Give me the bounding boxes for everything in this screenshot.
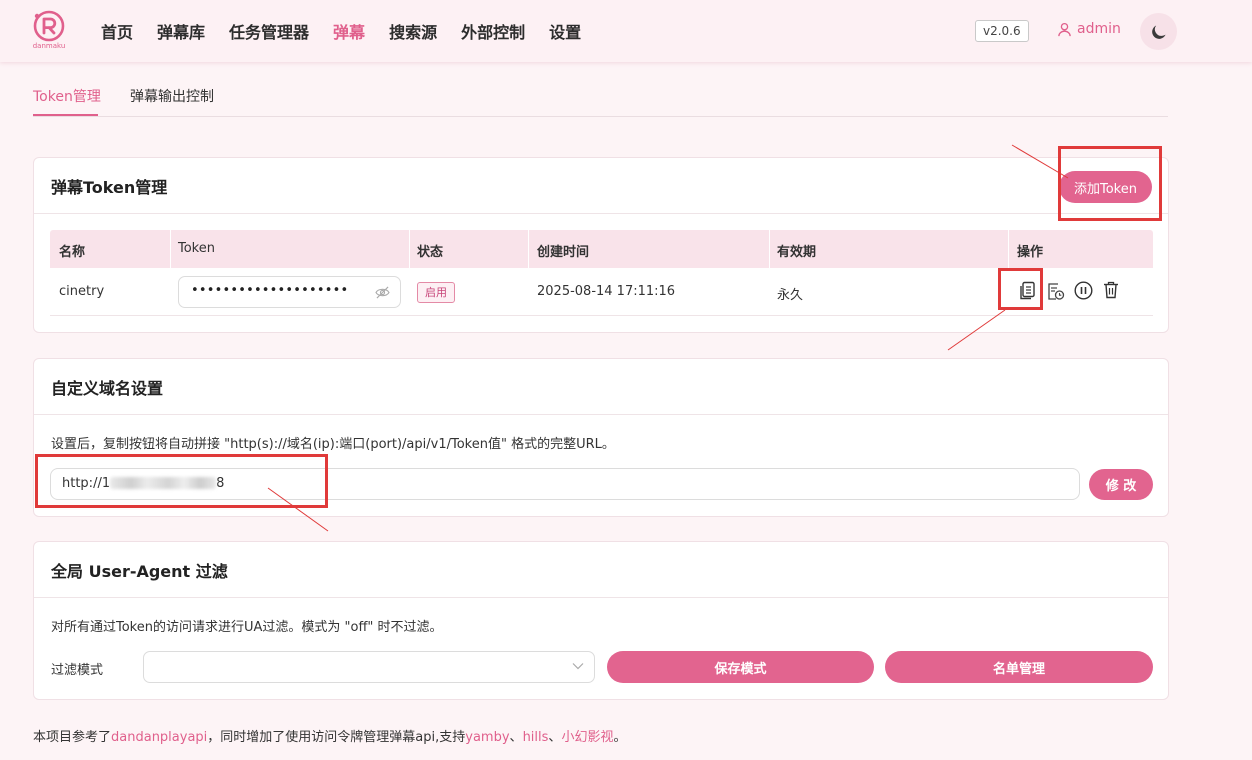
status-badge: 启用 [417, 282, 455, 303]
domain-url-input[interactable]: http://1 8 [50, 468, 1080, 500]
token-created: 2025-08-14 17:11:16 [537, 284, 676, 299]
link-hills[interactable]: hills [523, 730, 549, 745]
nav-settings[interactable]: 设置 [549, 19, 581, 43]
top-header: danmaku 首页 弹幕库 任务管理器 弹幕 搜索源 外部控制 设置 v2.0… [0, 0, 1252, 62]
pause-icon[interactable] [1074, 281, 1093, 300]
domain-card-title: 自定义域名设置 [34, 359, 1168, 415]
link-dandanplayapi[interactable]: dandanplayapi [111, 730, 207, 745]
list-manage-button[interactable]: 名单管理 [885, 651, 1153, 683]
eye-off-icon[interactable] [375, 286, 390, 299]
filter-mode-label: 过滤模式 [51, 663, 104, 678]
domain-card: 自定义域名设置 设置后，复制按钮将自动拼接 "http(s)://域名(ip):… [33, 358, 1169, 517]
link-yamby[interactable]: yamby [465, 730, 509, 745]
modify-domain-button[interactable]: 修 改 [1089, 469, 1153, 500]
app-logo[interactable]: danmaku [30, 10, 68, 50]
redacted-url [110, 476, 217, 489]
theme-toggle-button[interactable] [1140, 13, 1177, 50]
col-created: 创建时间 [537, 245, 590, 260]
ua-card-title: 全局 User-Agent 过滤 [34, 542, 1168, 598]
footer-sep2: 、 [548, 730, 562, 745]
col-actions: 操作 [1017, 245, 1044, 260]
svg-text:danmaku: danmaku [33, 42, 66, 50]
ua-filter-card: 全局 User-Agent 过滤 对所有通过Token的访问请求进行UA过滤。模… [33, 541, 1169, 700]
col-validity: 有效期 [777, 245, 817, 260]
token-table: 名称 Token 状态 创建时间 有效期 操作 cinetry ••••••••… [50, 230, 1153, 316]
delete-icon[interactable] [1103, 281, 1119, 299]
ua-hint: 对所有通过Token的访问请求进行UA过滤。模式为 "off" 时不过滤。 [51, 620, 443, 635]
add-token-button[interactable]: 添加Token [1059, 171, 1152, 203]
domain-hint: 设置后，复制按钮将自动拼接 "http(s)://域名(ip):端口(port)… [51, 437, 615, 452]
access-log-icon[interactable] [1046, 281, 1065, 301]
token-name: cinetry [59, 284, 105, 299]
table-row: cinetry •••••••••••••••••••• 启用 2025-08-… [50, 268, 1153, 316]
tab-output-control[interactable]: 弹幕输出控制 [130, 86, 214, 106]
filter-mode-select[interactable] [143, 651, 595, 683]
user-icon [1058, 22, 1071, 36]
token-card-title: 弹幕Token管理 [34, 158, 1168, 214]
sub-tabs: Token管理 弹幕输出控制 [33, 70, 1168, 117]
nav-search-source[interactable]: 搜索源 [389, 19, 437, 43]
token-validity: 永久 [777, 288, 804, 303]
footer-middle: ，同时增加了使用访问令牌管理弹幕api,支持 [207, 730, 466, 745]
version-badge: v2.0.6 [975, 20, 1029, 42]
main-nav: 首页 弹幕库 任务管理器 弹幕 搜索源 外部控制 设置 [101, 0, 605, 62]
token-card: 弹幕Token管理 添加Token 名称 Token 状态 创建时间 有效期 操… [33, 157, 1169, 333]
footer-end: 。 [613, 730, 627, 745]
nav-danmaku[interactable]: 弹幕 [333, 19, 365, 43]
footer-sep1: 、 [509, 730, 523, 745]
user-menu[interactable]: admin [1057, 21, 1121, 37]
col-name: 名称 [59, 245, 86, 260]
footer-prefix: 本项目参考了 [33, 730, 112, 745]
col-token: Token [178, 241, 215, 256]
save-mode-button[interactable]: 保存模式 [607, 651, 874, 683]
username: admin [1077, 21, 1121, 37]
col-status: 状态 [417, 245, 444, 260]
nav-home[interactable]: 首页 [101, 19, 133, 43]
link-xiaohuan[interactable]: 小幻影视 [561, 730, 613, 745]
nav-library[interactable]: 弹幕库 [157, 19, 205, 43]
nav-task-manager[interactable]: 任务管理器 [229, 19, 309, 43]
token-value: •••••••••••••••••••• [191, 283, 349, 298]
active-tab-indicator [33, 114, 98, 116]
footer-note: 本项目参考了dandanplayapi，同时增加了使用访问令牌管理弹幕api,支… [33, 726, 626, 745]
tab-token-manage[interactable]: Token管理 [33, 86, 101, 106]
url-suffix: 8 [216, 476, 225, 491]
token-table-header: 名称 Token 状态 创建时间 有效期 操作 [50, 230, 1153, 268]
copy-icon[interactable] [1018, 281, 1036, 301]
url-prefix: http://1 [62, 476, 111, 491]
moon-icon [1151, 25, 1166, 39]
token-field[interactable]: •••••••••••••••••••• [178, 276, 401, 308]
nav-external-control[interactable]: 外部控制 [461, 19, 525, 43]
chevron-down-icon [572, 663, 584, 670]
